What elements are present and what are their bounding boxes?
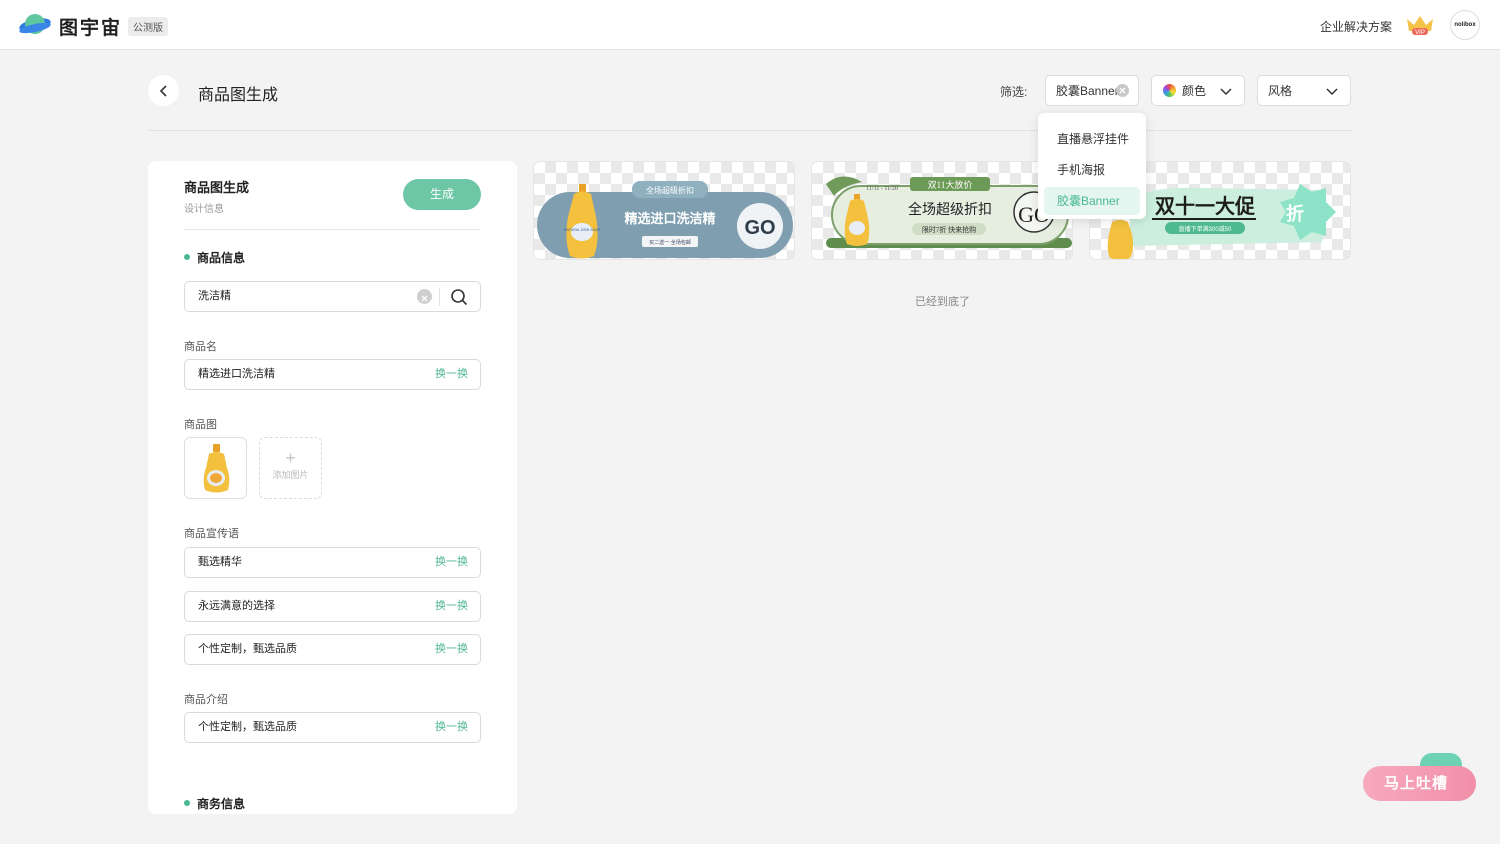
brand-name[interactable]: 图宇宙: [59, 13, 122, 40]
dropdown-item-live-widget[interactable]: 直播悬浮挂件: [1044, 125, 1140, 153]
card-badge: 折: [1286, 203, 1304, 224]
card-sub: 直播下单满300减50: [1179, 225, 1232, 233]
card-tag: 全场超级折扣: [646, 185, 694, 195]
style-filter-label: 风格: [1268, 84, 1293, 98]
panel-title: 商品图生成: [184, 180, 250, 195]
swap-button[interactable]: 换一换: [435, 548, 468, 577]
card-sub: 限时7折 快来抢购: [922, 225, 976, 234]
card-sub: 买二送一·全场包邮: [649, 239, 691, 246]
end-of-list-text: 已经到底了: [915, 296, 970, 308]
generate-button[interactable]: 生成: [403, 179, 481, 210]
product-name-value: 精选进口洗洁精: [198, 368, 275, 380]
slogan-field-2[interactable]: 永远满意的选择 换一换: [184, 591, 481, 622]
type-filter-value: 胶囊Banner: [1056, 84, 1119, 98]
dropdown-item-capsule-banner[interactable]: 胶囊Banner: [1044, 187, 1140, 215]
swap-button[interactable]: 换一换: [435, 592, 468, 621]
panel-divider: [184, 229, 481, 230]
feedback-button[interactable]: 马上吐槽: [1363, 766, 1476, 801]
section-business-label: 商务信息: [197, 797, 246, 811]
style-filter-select[interactable]: 风格: [1257, 75, 1351, 106]
product-image-thumbnail[interactable]: [184, 437, 247, 499]
section-product-info: 商品信息: [184, 249, 245, 266]
intro-value: 个性定制，甄选品质: [198, 721, 297, 733]
bottle-label: NATURAL DISH SOAP: [564, 228, 601, 232]
section-dot: [184, 254, 190, 260]
chevron-down-icon: [1220, 88, 1232, 96]
section-product-label: 商品信息: [197, 251, 246, 265]
result-card-2[interactable]: 双11大放价 11/11 - 11/20 全场超级折扣 限时7折 快来抢购 GO: [811, 161, 1073, 260]
type-filter-select[interactable]: 胶囊Banner: [1045, 75, 1139, 106]
header-divider: [148, 130, 1352, 131]
intro-label: 商品介绍: [184, 694, 228, 706]
slogan-label: 商品宣传语: [184, 528, 239, 540]
dish-soap-bottle-icon: [203, 444, 230, 493]
clear-icon[interactable]: [1116, 84, 1129, 97]
section-business-info: 商务信息: [184, 795, 245, 812]
add-image-label: 添加图片: [272, 470, 309, 480]
capsule-banner-preview: 全场超级折扣 精选进口洗洁精 买二送一·全场包邮 GO NATURAL DISH…: [537, 181, 793, 259]
swap-button[interactable]: 换一换: [435, 360, 468, 389]
planet-logo-icon[interactable]: [18, 11, 52, 39]
chevron-left-icon: [159, 84, 167, 97]
swap-button[interactable]: 换一换: [435, 713, 468, 742]
card-cta: GO: [744, 217, 775, 239]
slogan-field-3[interactable]: 个性定制，甄选品质 换一换: [184, 634, 481, 665]
section-dot: [184, 800, 190, 806]
card-headline: 双十一大促: [1155, 195, 1256, 218]
product-search-input[interactable]: 洗洁精: [184, 281, 481, 312]
bottle-cap: [579, 184, 586, 192]
product-name-label: 商品名: [184, 341, 217, 353]
plus-icon: +: [285, 448, 296, 468]
product-name-field[interactable]: 精选进口洗洁精 换一换: [184, 359, 481, 390]
card-headline: 精选进口洗洁精: [624, 211, 715, 226]
intro-field[interactable]: 个性定制，甄选品质 换一换: [184, 712, 481, 743]
vip-crown-icon[interactable]: VIP: [1404, 13, 1436, 37]
slogan-value: 永远满意的选择: [198, 600, 275, 612]
color-filter-select[interactable]: 颜色: [1151, 75, 1245, 106]
slogan-value: 个性定制，甄选品质: [198, 643, 297, 655]
capsule-banner-preview: 双11大放价 11/11 - 11/20 全场超级折扣 限时7折 快来抢购 GO: [826, 176, 1072, 248]
user-avatar[interactable]: nolibox: [1450, 10, 1480, 40]
clear-search-icon[interactable]: [417, 289, 432, 304]
search-separator: [439, 288, 440, 306]
slogan-field-1[interactable]: 甄选精华 换一换: [184, 547, 481, 578]
back-button[interactable]: [148, 75, 179, 106]
enterprise-solutions-link[interactable]: 企业解决方案: [1320, 18, 1392, 35]
dropdown-item-mobile-poster[interactable]: 手机海报: [1044, 156, 1140, 184]
color-wheel-icon: [1163, 84, 1176, 97]
search-icon[interactable]: [450, 288, 468, 306]
vip-text: VIP: [1415, 30, 1425, 36]
card-date: 11/11 - 11/20: [866, 186, 898, 192]
product-image-label: 商品图: [184, 419, 217, 431]
slogan-value: 甄选精华: [198, 556, 242, 568]
beta-badge: 公测版: [128, 17, 168, 36]
card-headline: 全场超级折扣: [908, 201, 992, 218]
swap-button[interactable]: 换一换: [435, 635, 468, 664]
top-bar: 图宇宙 公测版 企业解决方案 VIP nolibox: [0, 0, 1500, 50]
result-card-1[interactable]: 全场超级折扣 精选进口洗洁精 买二送一·全场包邮 GO NATURAL DISH…: [533, 161, 795, 260]
color-filter-label: 颜色: [1182, 84, 1207, 98]
page-title: 商品图生成: [198, 87, 279, 104]
search-value: 洗洁精: [198, 290, 231, 302]
add-image-button[interactable]: + 添加图片: [259, 437, 322, 499]
type-dropdown-menu: 直播悬浮挂件 手机海报 胶囊Banner: [1038, 113, 1146, 219]
design-info-panel: 商品图生成 设计信息 生成 商品信息 洗洁精 商品名 精选进口洗洁精 换一换 商…: [148, 161, 517, 814]
filter-label: 筛选:: [1000, 85, 1028, 99]
dish-soap-bottle-icon: [1107, 220, 1134, 259]
panel-subtitle: 设计信息: [184, 204, 224, 215]
card-tag: 双11大放价: [928, 179, 973, 190]
chevron-down-icon: [1326, 88, 1338, 96]
